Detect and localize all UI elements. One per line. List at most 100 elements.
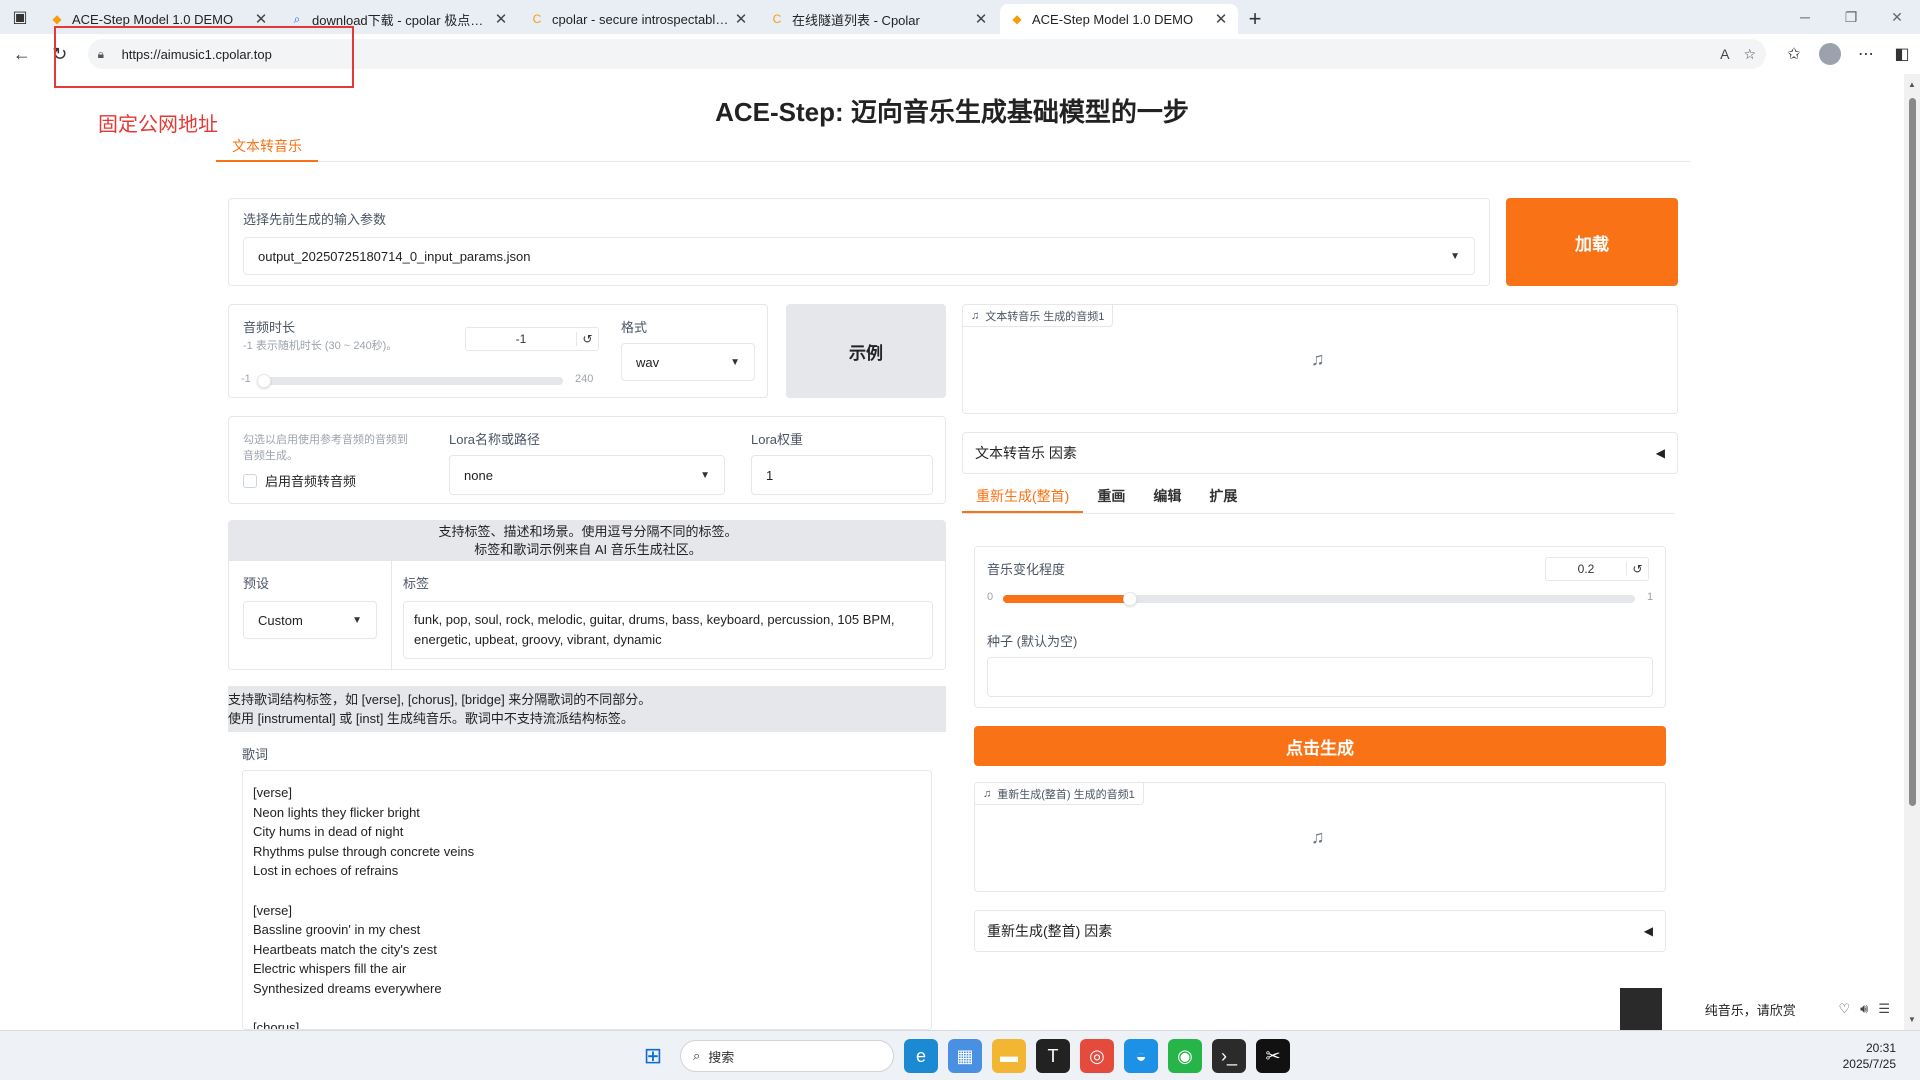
favorites-icon[interactable]: ✩ bbox=[1776, 44, 1812, 64]
tab-regenerate[interactable]: 重新生成(整首) bbox=[962, 482, 1084, 513]
volume-icon[interactable]: 🔊︎ bbox=[1860, 1001, 1868, 1017]
sidebar-toggle-icon[interactable]: ◧ bbox=[1884, 44, 1920, 64]
system-clock[interactable]: 20:31 2025/7/25 bbox=[1843, 1040, 1896, 1072]
reset-icon[interactable]: ↺ bbox=[1626, 562, 1648, 576]
tab-extend[interactable]: 扩展 bbox=[1195, 482, 1251, 513]
variance-slider[interactable] bbox=[1003, 592, 1635, 606]
format-value: wav bbox=[636, 354, 660, 370]
taskbar-search[interactable]: ⌕ 搜索 bbox=[680, 1040, 894, 1072]
params-select-value: output_20250725180714_0_input_params.jso… bbox=[258, 248, 531, 264]
regen-factors-accordion[interactable]: 重新生成(整首) 因素 ◀ bbox=[974, 910, 1666, 952]
close-tab-icon[interactable]: ✕ bbox=[1212, 10, 1230, 28]
seed-label: 种子 (默认为空) bbox=[987, 634, 1078, 649]
favorite-star-icon[interactable]: ☆ bbox=[1743, 46, 1756, 63]
annotation-note: 固定公网地址 bbox=[98, 114, 218, 136]
example-button[interactable]: 示例 bbox=[786, 304, 946, 398]
browser-tab-5[interactable]: ◆ ACE-Step Model 1.0 DEMO ✕ bbox=[1000, 4, 1238, 34]
minimize-icon[interactable]: ─ bbox=[1782, 0, 1828, 34]
format-label: 格式 bbox=[621, 320, 648, 335]
tags-section-header: 支持标签、描述和场景。使用逗号分隔不同的标签。 标签和歌词示例来自 AI 音乐生… bbox=[229, 521, 945, 561]
new-tab-button[interactable]: + bbox=[1240, 4, 1270, 34]
params-select-block: 选择先前生成的输入参数 output_20250725180714_0_inpu… bbox=[228, 198, 1490, 286]
seed-input[interactable] bbox=[987, 657, 1653, 697]
lyrics-textarea[interactable]: [verse] Neon lights they flicker bright … bbox=[242, 770, 932, 1030]
heart-icon[interactable]: ♡ bbox=[1838, 1001, 1850, 1017]
chevron-down-icon: ▼ bbox=[1450, 250, 1460, 262]
close-tab-icon[interactable]: ✕ bbox=[732, 10, 750, 28]
more-menu-icon[interactable]: ⋯ bbox=[1848, 44, 1884, 64]
lora-weight-input[interactable]: 1 bbox=[751, 455, 933, 495]
tags-textarea[interactable]: funk, pop, soul, rock, melodic, guitar, … bbox=[403, 601, 933, 659]
browser-tab-4[interactable]: C 在线隧道列表 - Cpolar ✕ bbox=[760, 4, 998, 34]
orange-sparkle-icon: ◆ bbox=[1012, 12, 1022, 26]
output-factors-accordion[interactable]: 文本转音乐 因素 ◀ bbox=[962, 432, 1678, 474]
tab-text-to-music[interactable]: 文本转音乐 bbox=[216, 134, 318, 162]
clock-date: 2025/7/25 bbox=[1842, 1057, 1896, 1071]
close-tab-icon[interactable]: ✕ bbox=[972, 10, 990, 28]
docker-icon[interactable]: ◒ bbox=[1124, 1039, 1158, 1073]
restore-icon[interactable]: ❐ bbox=[1828, 0, 1874, 34]
variance-slider-knob[interactable] bbox=[1123, 592, 1137, 606]
reset-icon[interactable]: ↺ bbox=[576, 332, 598, 346]
folder-icon[interactable]: ▬ bbox=[992, 1039, 1026, 1073]
tab-title: ACE-Step Model 1.0 DEMO bbox=[1032, 11, 1194, 27]
browser-tab-3[interactable]: C cpolar - secure introspectable tunnels… bbox=[520, 4, 758, 34]
windows-start-icon[interactable]: ⊞ bbox=[636, 1039, 670, 1073]
lora-weight-value: 1 bbox=[766, 467, 774, 483]
lora-path-label: Lora名称或路径 bbox=[449, 432, 541, 447]
playlist-icon[interactable]: ☰ bbox=[1878, 1001, 1890, 1017]
generate-button[interactable]: 点击生成 bbox=[974, 726, 1666, 766]
ref-lora-block: 勾选以启用使用参考音频的音频到 音频生成。 启用音频转音频 Lora名称或路径 … bbox=[228, 416, 946, 504]
tab-title: ACE-Step Model 1.0 DEMO bbox=[72, 11, 234, 27]
variance-number-input[interactable]: 0.2 ↺ bbox=[1545, 557, 1649, 581]
close-window-icon[interactable]: ✕ bbox=[1874, 0, 1920, 34]
lyrics-header-line-2: 使用 [instrumental] 或 [inst] 生成纯音乐。歌词中不支持流… bbox=[228, 711, 634, 726]
annotation-box bbox=[54, 26, 354, 88]
tags-line-2: energetic, upbeat, groovy, vibrant, dyna… bbox=[414, 631, 662, 647]
duration-number-input[interactable]: -1 ↺ bbox=[465, 327, 599, 351]
tab-edit[interactable]: 编辑 bbox=[1139, 482, 1195, 513]
close-tab-icon[interactable]: ✕ bbox=[492, 10, 510, 28]
scrollbar-thumb[interactable] bbox=[1909, 98, 1916, 806]
chrome-icon[interactable]: ◎ bbox=[1080, 1039, 1114, 1073]
duration-slider[interactable] bbox=[257, 374, 563, 388]
clock-time: 20:31 bbox=[1865, 1041, 1896, 1055]
capcut-icon[interactable]: ✂ bbox=[1256, 1039, 1290, 1073]
checkbox-box[interactable] bbox=[243, 473, 257, 488]
terminal-icon[interactable]: ›_ bbox=[1212, 1039, 1246, 1073]
enable-audio2audio-checkbox[interactable]: 启用音频转音频 bbox=[243, 471, 356, 490]
params-select-label: 选择先前生成的输入参数 bbox=[243, 212, 387, 227]
variance-slider-fill bbox=[1003, 595, 1129, 603]
ref-audio-hint-2: 音频生成。 bbox=[243, 450, 298, 462]
duration-slider-knob[interactable] bbox=[257, 374, 271, 388]
regen-audio-block: ♫ 重新生成(整首) 生成的音频1 ♫ bbox=[974, 782, 1666, 892]
edge-icon[interactable]: e bbox=[904, 1039, 938, 1073]
variance-min: 0 bbox=[987, 591, 994, 603]
read-aloud-icon[interactable]: A bbox=[1720, 46, 1729, 62]
tab-repaint[interactable]: 重画 bbox=[1083, 482, 1139, 513]
search-icon: ⌕ bbox=[293, 11, 301, 26]
format-dropdown[interactable]: wav ▼ bbox=[621, 343, 755, 381]
mini-player-text: 纯音乐，请欣赏 bbox=[1704, 1002, 1796, 1018]
scroll-down-icon[interactable]: ▼ bbox=[1908, 1015, 1916, 1024]
back-arrow-icon[interactable]: ← bbox=[6, 38, 38, 70]
pictures-icon[interactable]: ▦ bbox=[948, 1039, 982, 1073]
page-title: ACE-Step: 迈向音乐生成基础模型的一步 bbox=[715, 97, 1189, 127]
taskbar-search-placeholder: 搜索 bbox=[708, 1049, 735, 1065]
load-button[interactable]: 加载 bbox=[1506, 198, 1678, 286]
duration-hint: -1 表示随机时长 (30 ~ 240秒)。 bbox=[243, 340, 398, 352]
music-note-icon: ♫ bbox=[1311, 827, 1325, 847]
variance-label: 音乐变化程度 bbox=[987, 562, 1066, 577]
page-scrollbar[interactable]: ▲ ▼ bbox=[1904, 74, 1920, 1030]
typora-icon[interactable]: T bbox=[1036, 1039, 1070, 1073]
wechat-icon[interactable]: ◉ bbox=[1168, 1039, 1202, 1073]
duration-label: 音频时长 bbox=[243, 320, 296, 335]
output-factors-label: 文本转音乐 因素 bbox=[975, 445, 1077, 461]
tags-header-line-1: 支持标签、描述和场景。使用逗号分隔不同的标签。 bbox=[438, 524, 738, 539]
params-select-dropdown[interactable]: output_20250725180714_0_input_params.jso… bbox=[243, 237, 1475, 275]
tab-actions-icon[interactable]: ▣ bbox=[0, 0, 40, 34]
preset-dropdown[interactable]: Custom ▼ bbox=[243, 601, 377, 639]
scroll-up-icon[interactable]: ▲ bbox=[1908, 80, 1916, 89]
profile-avatar[interactable] bbox=[1812, 43, 1848, 65]
lora-path-dropdown[interactable]: none ▼ bbox=[449, 455, 725, 495]
